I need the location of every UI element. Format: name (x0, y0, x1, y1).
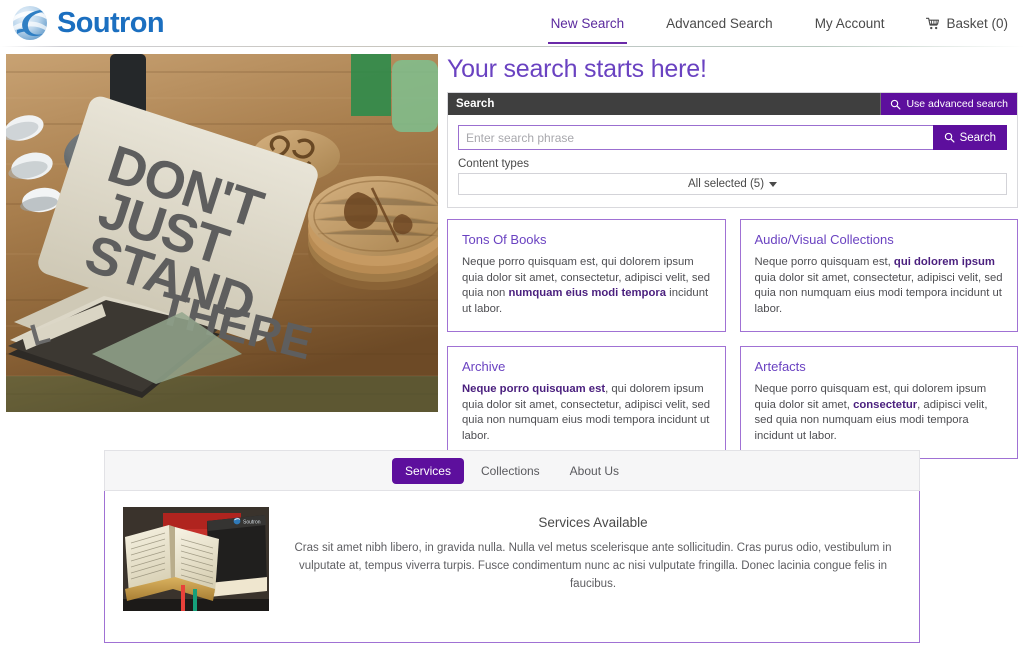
search-input[interactable] (458, 125, 933, 150)
books-photo: Soutron (123, 507, 269, 611)
nav-item-my-account[interactable]: My Account (794, 4, 906, 44)
card-title: Artefacts (754, 359, 806, 374)
card-title: Archive (462, 359, 506, 374)
search-column: Your search starts here! Search Use adva… (447, 54, 1018, 459)
page-root: Soutron New Search Advanced Search My Ac… (0, 0, 1024, 668)
tab-services[interactable]: Services (391, 457, 464, 484)
content-types-select[interactable]: All selected (5) (458, 173, 1007, 195)
card-title: Tons Of Books (462, 232, 547, 247)
hero-image: DON'T JUST STAND THERE L (6, 54, 438, 412)
basket-label: Basket (0) (946, 15, 1008, 31)
card-text-bold: consectetur (853, 398, 918, 411)
search-icon (944, 132, 955, 143)
hero-photo: DON'T JUST STAND THERE L (6, 54, 438, 412)
card-text-bold: qui dolorem ipsum (893, 256, 995, 268)
page-title: Your search starts here! (447, 55, 707, 83)
search-panel-title: Search (456, 98, 495, 110)
tab-bar: Services Collections About Us (104, 450, 920, 491)
tab-collections[interactable]: Collections (468, 458, 553, 484)
search-icon (891, 99, 901, 110)
thumbnail-watermark-label: Soutron (243, 520, 261, 526)
card-text: Neque porro quisquam est, qui dolorem ip… (755, 382, 1004, 444)
services-description: Cras sit amet nibh libero, in gravida nu… (294, 542, 892, 590)
search-button[interactable]: Search (932, 125, 1007, 150)
shopping-cart-icon (926, 17, 940, 29)
card-text-bold: numquam eius modi tempora (508, 287, 667, 299)
card-text: Neque porro quisquam est, qui dolorem ip… (462, 255, 711, 317)
search-row: Search (458, 125, 1007, 150)
card-title: Audio/Visual Collections (754, 232, 894, 247)
soutron-sphere-logo-icon (13, 6, 47, 40)
services-thumbnail: Soutron (123, 507, 269, 611)
header-divider (0, 46, 1024, 47)
card-tons-of-books[interactable]: Tons Of Books Neque porro quisquam est, … (447, 219, 726, 332)
main-nav: New Search Advanced Search My Account Ba… (530, 0, 1020, 47)
card-text: Neque porro quisquam est, qui dolorem ip… (462, 382, 711, 444)
nav-item-advanced-search[interactable]: Advanced Search (645, 4, 794, 44)
site-logo[interactable]: Soutron (10, 3, 165, 43)
card-archive[interactable]: Archive Neque porro quisquam est, qui do… (447, 346, 726, 459)
use-advanced-search-label: Use advanced search (906, 98, 1008, 110)
services-title: Services Available (538, 515, 648, 530)
search-panel: Search Use advanced search Enter search … (447, 92, 1018, 208)
search-panel-header: Search Use advanced search (448, 93, 1017, 115)
content-types-value: All selected (5) (687, 178, 765, 190)
services-content: Services Available Cras sit amet nibh li… (285, 507, 901, 618)
use-advanced-search-button[interactable]: Use advanced search (880, 93, 1017, 115)
brand-name: Soutron (57, 7, 165, 39)
card-text: Neque porro quisquam est, qui dolorem ip… (755, 255, 1004, 317)
category-cards: Tons Of Books Neque porro quisquam est, … (447, 219, 1018, 459)
card-text-post: quia dolor sit amet, consectetur, adipis… (754, 271, 1003, 315)
card-text-bold: Neque porro quisquam est (462, 383, 606, 395)
search-panel-body: Search Content types All selected (5) (448, 115, 1017, 207)
nav-item-new-search[interactable]: New Search (530, 4, 646, 44)
card-audio-visual-collections[interactable]: Audio/Visual Collections Neque porro qui… (739, 219, 1018, 332)
card-text-pre: Neque porro quisquam est, (754, 256, 894, 268)
tab-about-us[interactable]: About Us (557, 458, 632, 484)
content-types-label: Content types (458, 158, 529, 170)
chevron-down-icon (769, 181, 778, 187)
card-artefacts[interactable]: Artefacts Neque porro quisquam est, qui … (739, 346, 1018, 459)
nav-item-basket[interactable]: Basket (0) (905, 4, 1020, 44)
site-header: Soutron New Search Advanced Search My Ac… (0, 0, 1024, 47)
info-tabs-section: Services Collections About Us Soutron Se… (104, 450, 920, 643)
tab-panel-services: Soutron Services Available Cras sit amet… (104, 491, 920, 643)
search-button-label: Search (959, 131, 996, 144)
